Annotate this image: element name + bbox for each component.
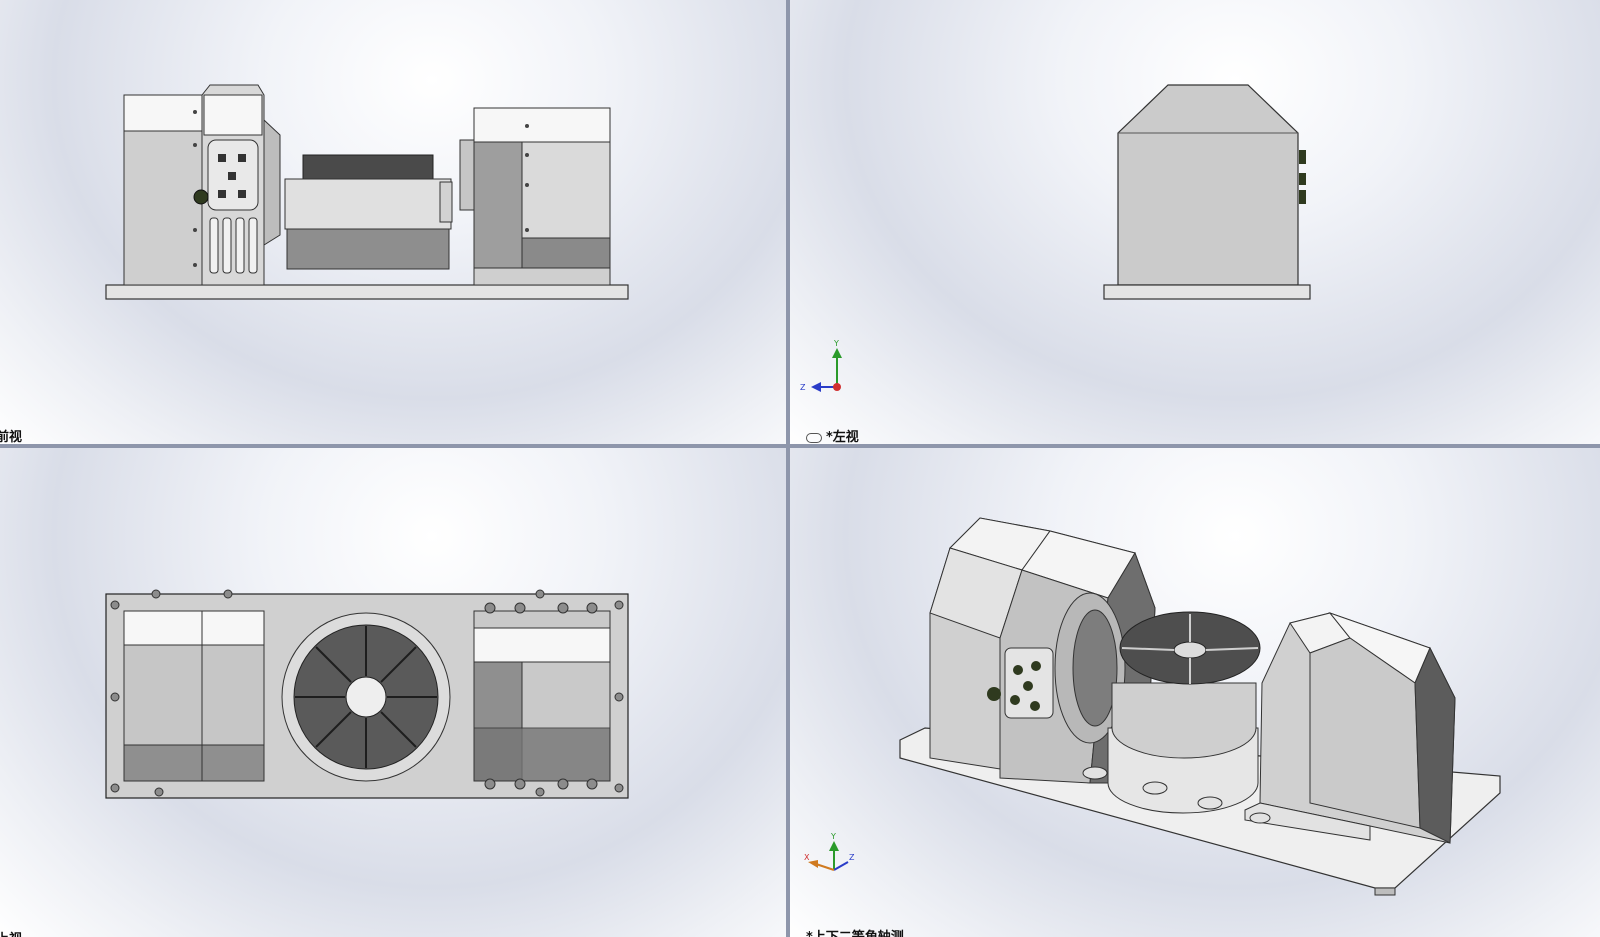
top-view-model <box>105 589 629 799</box>
viewport-top[interactable]: 上视 <box>0 448 786 937</box>
viewport-front[interactable]: 前视 <box>0 0 786 444</box>
left-view-model: Y Z <box>800 84 1311 392</box>
viewport-label-front: 前视 <box>0 430 23 444</box>
front-view-model <box>105 84 629 300</box>
viewport-splitter-vertical[interactable] <box>786 0 790 937</box>
viewport-left[interactable]: Y Z *左视 <box>790 0 1600 444</box>
axis-triad: Y Z <box>800 339 842 392</box>
side-base-plate <box>1103 284 1311 300</box>
isometric-view-model: Y X Z <box>804 517 1501 896</box>
viewport-splitter-horizontal[interactable] <box>0 444 1600 448</box>
side-housing <box>1117 84 1299 286</box>
viewport-isometric[interactable]: Y X Z *上下二等角轴测 <box>790 448 1600 937</box>
axis-y-label: Y <box>833 339 839 348</box>
viewport-label-top: 上视 <box>0 928 22 937</box>
iso-axis-x-label: X <box>804 853 810 862</box>
iso-axis-z-label: Z <box>849 853 855 862</box>
view-link-icon <box>806 432 822 443</box>
viewport-label-iso: *上下二等角轴测 <box>806 926 904 937</box>
iso-axis-y-label: Y <box>830 832 836 841</box>
base-plate <box>105 284 629 300</box>
axis-z-label: Z <box>800 383 806 392</box>
rotary-table-top <box>302 154 434 180</box>
rotary-table-body <box>286 228 450 270</box>
viewport-label-left: *左视 <box>806 426 859 444</box>
iso-axis-triad: Y X Z <box>804 832 855 871</box>
connector-plug <box>193 189 209 205</box>
